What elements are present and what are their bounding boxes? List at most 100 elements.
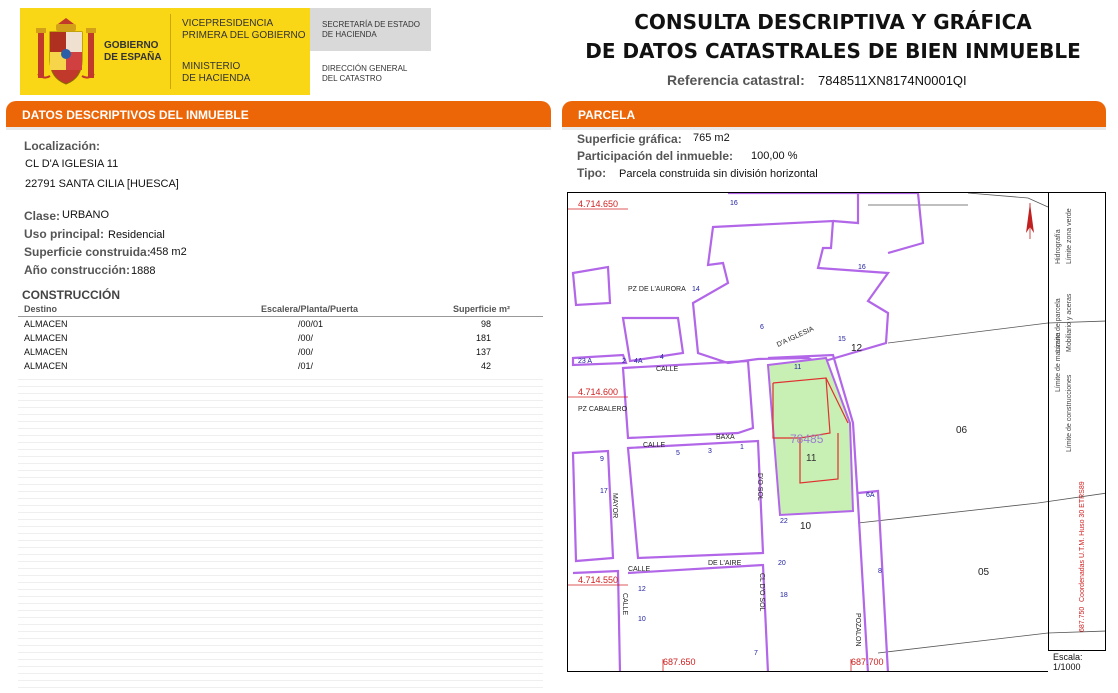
house-number: 17 — [600, 488, 608, 495]
clase-value: URBANO — [62, 209, 110, 221]
col-planta-header: Escalera/Planta/Puerta — [261, 304, 359, 314]
cell-planta: /01/ — [298, 361, 314, 371]
house-number: 10 — [638, 616, 646, 623]
street-aire: DE L'AIRE — [708, 560, 742, 567]
anio-label: Año construcción: — [24, 263, 131, 277]
street-aurora: PZ DE L'AURORA — [628, 286, 686, 293]
participacion-value: 100,00 % — [751, 150, 798, 162]
coord-x-right: 687.700 — [851, 657, 884, 667]
min-line1: MINISTERIO — [182, 61, 241, 72]
section-shadow-right — [562, 127, 1106, 130]
tipo-value: Parcela construida sin división horizont… — [619, 168, 818, 180]
legend-parcela: Límite de parcela — [1055, 298, 1062, 352]
logo-separator — [170, 14, 171, 89]
title-line1: CONSULTA DESCRIPTIVA Y GRÁFICA — [634, 10, 1032, 34]
house-number: 15 — [838, 336, 846, 343]
cell-planta: /00/ — [298, 347, 314, 357]
street-calle-4: CALLE — [621, 593, 628, 616]
house-number: 9 — [600, 456, 604, 463]
uso-label: Uso principal: — [24, 227, 105, 241]
col-superficie-header: Superficie m² — [453, 304, 511, 314]
legend-construcciones: Límite de construcciones — [1066, 374, 1073, 452]
street-mayor: MAYOR — [611, 493, 618, 518]
cell-superficie: 98 — [481, 319, 492, 329]
address-line2: 22791 SANTA CILIA [HUESCA] — [25, 178, 179, 190]
street-cabalero: PZ CABALERO — [578, 406, 628, 413]
legend-zona-verde: Límite zona verde — [1066, 208, 1073, 264]
street-sol-upper: D'O SOL — [756, 473, 763, 501]
parcel-number-label: 11 — [806, 453, 817, 464]
house-number: 16 — [858, 264, 866, 271]
anio-value: 1888 — [131, 265, 156, 277]
house-number: 4A — [634, 358, 643, 365]
table-header-row: Destino Escalera/Planta/Puerta Superfici… — [18, 303, 543, 317]
block-05: 05 — [978, 567, 990, 578]
title-line2: DE DATOS CATASTRALES DE BIEN INMUEBLE — [585, 39, 1081, 63]
government-logo-band: GOBIERNO DE ESPAÑA VICEPRESIDENCIA PRIME… — [20, 8, 431, 95]
superficie-label: Superficie construida: — [24, 245, 151, 259]
house-number: 2 — [622, 358, 626, 365]
section-shadow-left — [6, 127, 551, 130]
house-number: 14 — [692, 286, 700, 293]
vp-line1: VICEPRESIDENCIA — [182, 18, 274, 29]
block-10: 10 — [800, 521, 812, 532]
vicepresidencia: VICEPRESIDENCIA PRIMERA DEL GOBIERNO — [182, 18, 306, 42]
house-number: 23 A — [578, 358, 592, 365]
tipo-label: Tipo: — [577, 166, 607, 180]
vp-line2: PRIMERA DEL GOBIERNO — [182, 30, 306, 41]
sup-grafica-value: 765 m2 — [693, 132, 730, 144]
legend-x-coord: 687.750 — [1079, 606, 1086, 632]
map-legend: Límite de manzana Límite de parcela Hidr… — [1048, 192, 1106, 672]
block-12: 12 — [851, 343, 863, 354]
coord-y-mid: 4.714.600 — [578, 387, 618, 397]
scale-value: 1/1000 — [1053, 662, 1081, 672]
table-row: ALMACEN /00/ 181 — [18, 332, 543, 346]
table-row: ALMACEN /00/01 98 — [18, 318, 543, 332]
coord-y-low: 4.714.550 — [578, 575, 618, 585]
street-calle-1: CALLE — [656, 366, 679, 373]
legend-mobiliario: Mobiliario y aceras — [1066, 293, 1073, 352]
participacion-label: Participación del inmueble: — [577, 149, 734, 163]
house-number: 1 — [740, 444, 744, 451]
dir-line1: DIRECCIÓN GENERAL — [322, 64, 408, 73]
street-sol: CL D'O SOL — [758, 573, 765, 612]
sec-line2: DE HACIENDA — [322, 30, 377, 39]
cadastral-map[interactable]: 4.714.650 4.714.600 4.714.550 687.650 68… — [567, 192, 1106, 672]
coord-y-top: 4.714.650 — [578, 199, 618, 209]
cell-destino: ALMACEN — [24, 319, 68, 329]
coord-x-left: 687.650 — [663, 657, 696, 667]
block-06: 06 — [956, 425, 968, 436]
section-header-parcela: PARCELA — [562, 101, 1106, 127]
house-number: 16 — [730, 200, 738, 207]
house-number: 3 — [708, 448, 712, 455]
house-number: 6 — [760, 324, 764, 331]
street-pozalon: POZALON — [854, 613, 861, 646]
dir-line2: DEL CATASTRO — [322, 74, 382, 83]
construccion-title: CONSTRUCCIÓN — [22, 288, 120, 302]
secretaria: SECRETARÍA DE ESTADO DE HACIENDA — [322, 20, 420, 40]
ref-catastral-value: 7848511XN8174N0001QI — [818, 73, 967, 88]
sec-line1: SECRETARÍA DE ESTADO — [322, 20, 420, 29]
house-number: 22 — [780, 518, 788, 525]
gov-name-line1: GOBIERNO — [104, 40, 159, 51]
superficie-value: 458 m2 — [150, 246, 187, 258]
parcel-id-label: 78485 — [790, 432, 824, 446]
document-title: CONSULTA DESCRIPTIVA Y GRÁFICA DE DATOS … — [560, 8, 1106, 66]
street-baxa: BAXA — [716, 434, 735, 441]
construccion-table: Destino Escalera/Planta/Puerta Superfici… — [18, 303, 543, 690]
cell-planta: /00/ — [298, 333, 314, 343]
house-number: 5 — [676, 450, 680, 457]
house-number: 18 — [780, 592, 788, 599]
cell-superficie: 137 — [476, 347, 492, 357]
north-arrow-icon — [1026, 203, 1034, 239]
street-calle-2: CALLE — [643, 442, 666, 449]
cell-superficie: 181 — [476, 333, 492, 343]
legend-hidrografia: Hidrografía — [1055, 229, 1062, 264]
gov-name: GOBIERNO DE ESPAÑA — [104, 40, 162, 64]
sup-grafica-label: Superficie gráfica: — [577, 132, 682, 146]
table-row: ALMACEN /01/ 42 — [18, 360, 543, 374]
ref-catastral-label: Referencia catastral: — [667, 72, 805, 88]
min-line2: DE HACIENDA — [182, 73, 251, 84]
localizacion-label: Localización: — [24, 139, 101, 153]
uso-value: Residencial — [108, 229, 165, 241]
